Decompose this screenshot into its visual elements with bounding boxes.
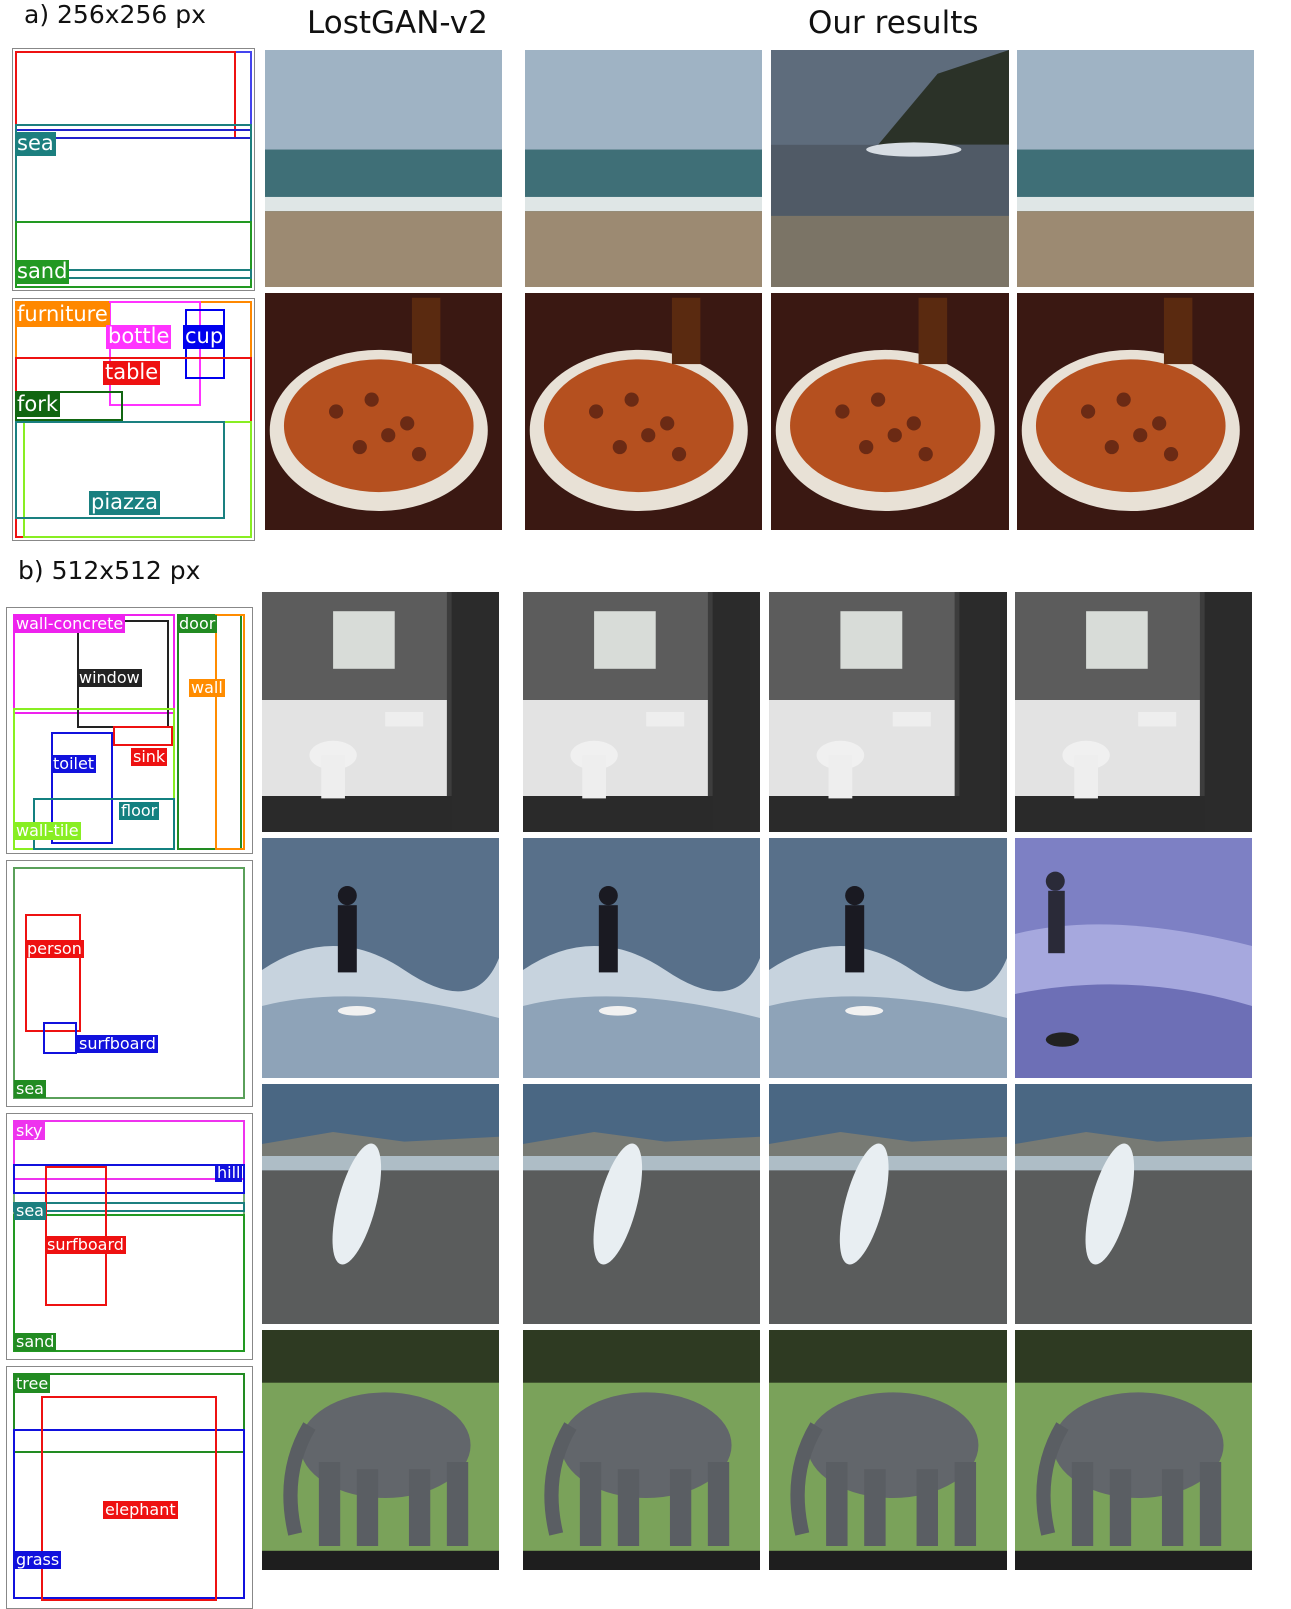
label-sea: sea <box>15 131 56 156</box>
label-sand: sand <box>15 259 70 284</box>
label-surfboard: surfboard <box>77 1034 158 1053</box>
label-sea: sea <box>14 1079 46 1098</box>
our-results-column-title: Our results <box>808 5 979 41</box>
box-surfboard <box>43 1022 77 1054</box>
ours-beach-image-1 <box>525 50 762 287</box>
ours-bathroom-image-1 <box>523 592 760 832</box>
label-bottle: bottle <box>106 324 172 349</box>
label-sky: sky <box>14 1121 45 1140</box>
ours-bathroom-image-2 <box>769 592 1007 832</box>
lostgan-surfboard-beach-image <box>262 1084 499 1324</box>
label-piazza: piazza <box>89 490 160 515</box>
layout-map-beach-256: sea sand <box>12 48 255 291</box>
label-toilet: toilet <box>51 754 97 773</box>
label-window: window <box>77 668 142 687</box>
ours-pizza-image-2 <box>771 293 1009 530</box>
ours-elephant-image-1 <box>523 1330 760 1570</box>
label-floor: floor <box>119 801 160 820</box>
lostgan-elephant-image <box>262 1330 499 1570</box>
ours-pizza-image-3 <box>1017 293 1254 530</box>
label-hill: hill <box>215 1163 243 1182</box>
lostgan-bathroom-image <box>262 592 499 832</box>
layout-map-surfboard-beach-512: sky hill sea surfboard sand <box>6 1113 253 1360</box>
ours-elephant-image-2 <box>769 1330 1007 1570</box>
ours-beach-image-2 <box>771 50 1009 287</box>
lostgan-column-title: LostGAN-v2 <box>307 5 488 41</box>
label-wall: wall <box>189 678 225 697</box>
box-sink <box>113 726 173 746</box>
ours-elephant-image-3 <box>1015 1330 1252 1570</box>
layout-map-pizza-256: furniture bottle cup table fork piazza <box>12 298 255 541</box>
lostgan-pizza-image <box>265 293 502 530</box>
label-grass: grass <box>14 1550 62 1569</box>
section-b-title: b) 512x512 px <box>18 556 201 585</box>
label-table: table <box>103 360 161 385</box>
label-sand: sand <box>14 1332 57 1351</box>
label-sea: sea <box>14 1201 46 1220</box>
label-tree: tree <box>14 1374 51 1393</box>
box-wall <box>215 614 245 850</box>
box-outline-teal <box>61 269 252 279</box>
lostgan-beach-image <box>265 50 502 287</box>
label-surfboard: surfboard <box>45 1235 126 1254</box>
box-person <box>25 914 81 1032</box>
section-a-title: a) 256x256 px <box>24 0 206 29</box>
ours-surfer-image-1 <box>523 838 760 1078</box>
ours-surfboard-beach-image-1 <box>523 1084 760 1324</box>
box-elephant <box>41 1396 217 1601</box>
ours-beach-image-3 <box>1017 50 1254 287</box>
label-person: person <box>25 939 84 958</box>
layout-map-bathroom-512: wall-concrete door window wall toilet si… <box>6 607 253 854</box>
ours-surfer-image-2 <box>769 838 1007 1078</box>
layout-map-surfer-512: person surfboard sea <box>6 860 253 1107</box>
label-door: door <box>177 614 218 633</box>
label-wall-concrete: wall-concrete <box>14 614 126 633</box>
label-wall-tile: wall-tile <box>14 821 81 840</box>
ours-surfboard-beach-image-2 <box>769 1084 1007 1324</box>
label-fork: fork <box>15 392 61 417</box>
label-sink: sink <box>131 747 168 766</box>
label-elephant: elephant <box>103 1500 178 1519</box>
ours-surfboard-beach-image-3 <box>1015 1084 1252 1324</box>
label-cup: cup <box>183 324 226 349</box>
ours-pizza-image-1 <box>525 293 762 530</box>
ours-surfer-image-3 <box>1015 838 1252 1078</box>
label-furniture: furniture <box>15 302 110 327</box>
lostgan-surfer-image <box>262 838 499 1078</box>
layout-map-elephant-512: tree elephant grass <box>6 1366 253 1609</box>
ours-bathroom-image-3 <box>1015 592 1252 832</box>
